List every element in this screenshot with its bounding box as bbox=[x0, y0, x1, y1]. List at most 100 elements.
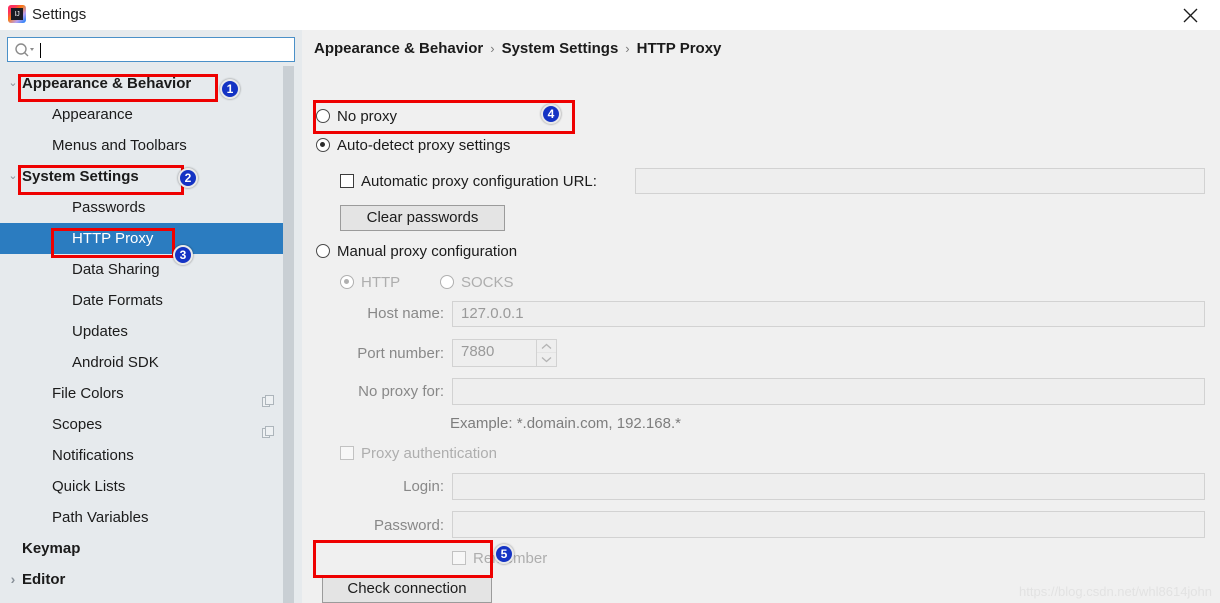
sidebar-item-label: System Settings bbox=[22, 168, 139, 185]
sidebar-item-appearance[interactable]: Appearance bbox=[0, 99, 288, 130]
auto-detect-label: Auto-detect proxy settings bbox=[337, 137, 511, 154]
title-bar: IJ Settings bbox=[0, 0, 1220, 30]
step-badge-5: 5 bbox=[494, 544, 514, 564]
proxy-auth-checkbox[interactable] bbox=[340, 446, 354, 460]
sidebar-item-android-sdk[interactable]: Android SDK bbox=[0, 347, 288, 378]
auto-detect-radio[interactable] bbox=[316, 138, 330, 152]
intellij-idea-icon: IJ bbox=[8, 5, 26, 23]
no-proxy-for-label: No proxy for: bbox=[358, 383, 444, 400]
search-caret bbox=[40, 43, 41, 58]
chevron-down-icon[interactable]: ⌄ bbox=[6, 68, 20, 99]
sidebar-item-label: Passwords bbox=[72, 199, 146, 216]
http-radio-row[interactable]: HTTP bbox=[340, 274, 400, 291]
socks-radio[interactable] bbox=[440, 275, 454, 289]
http-label: HTTP bbox=[361, 274, 401, 291]
sidebar-item-label: Data Sharing bbox=[72, 261, 160, 278]
sidebar-item-keymap[interactable]: Keymap bbox=[0, 533, 288, 564]
sidebar-item-label: File Colors bbox=[52, 385, 124, 402]
sidebar-item-label: HTTP Proxy bbox=[72, 230, 154, 247]
no-proxy-label: No proxy bbox=[337, 108, 398, 125]
example-hint: Example: *.domain.com, 192.168.* bbox=[450, 415, 681, 432]
no-proxy-radio[interactable] bbox=[316, 109, 330, 123]
search-icon bbox=[14, 42, 36, 58]
password-input[interactable] bbox=[452, 511, 1205, 538]
manual-proxy-radio[interactable] bbox=[316, 244, 330, 258]
sidebar-item-scopes[interactable]: Scopes bbox=[0, 409, 288, 440]
http-proxy-panel: Appearance & Behavior › System Settings › HT… bbox=[302, 30, 1220, 603]
sidebar-item-label: Quick Lists bbox=[52, 478, 126, 495]
sidebar-item-path-variables[interactable]: Path Variables bbox=[0, 502, 288, 533]
auto-config-url-label: Automatic proxy configuration URL: bbox=[361, 173, 597, 190]
step-badge-4: 4 bbox=[541, 104, 561, 124]
host-name-input[interactable]: 127.0.0.1 bbox=[452, 301, 1205, 327]
auto-config-url-checkbox-row[interactable]: Automatic proxy configuration URL: bbox=[340, 173, 597, 190]
socks-label: SOCKS bbox=[461, 274, 514, 291]
socks-radio-row[interactable]: SOCKS bbox=[440, 274, 514, 291]
sidebar-item-http-proxy[interactable]: HTTP Proxy bbox=[0, 223, 288, 254]
remember-checkbox[interactable] bbox=[452, 551, 466, 565]
sidebar-item-data-sharing[interactable]: Data Sharing bbox=[0, 254, 288, 285]
login-input[interactable] bbox=[452, 473, 1205, 500]
chevron-down-icon[interactable]: ⌄ bbox=[6, 161, 20, 192]
sidebar-item-label: Editor bbox=[22, 571, 66, 588]
sidebar-item-label: Appearance & Behavior bbox=[22, 75, 192, 92]
sidebar-item-notifications[interactable]: Notifications bbox=[0, 440, 288, 471]
check-connection-button[interactable]: Check connection bbox=[322, 575, 492, 603]
auto-detect-radio-row[interactable]: Auto-detect proxy settings bbox=[316, 137, 510, 154]
no-proxy-for-input[interactable] bbox=[452, 378, 1205, 405]
sidebar-item-label: Appearance bbox=[52, 106, 133, 123]
sidebar-item-label: Date Formats bbox=[72, 292, 163, 309]
breadcrumb-part-1: Appearance & Behavior bbox=[314, 40, 484, 57]
host-name-label: Host name: bbox=[367, 305, 444, 322]
sidebar-item-updates[interactable]: Updates bbox=[0, 316, 288, 347]
breadcrumb-separator-2: › bbox=[625, 41, 630, 56]
step-badge-1: 1 bbox=[220, 79, 240, 99]
sidebar-item-passwords[interactable]: Passwords bbox=[0, 192, 288, 223]
sidebar-item-label: Menus and Toolbars bbox=[52, 137, 187, 154]
port-number-input[interactable]: 7880 bbox=[452, 339, 557, 367]
sidebar-item-system-settings[interactable]: ⌄ System Settings bbox=[0, 161, 288, 192]
sidebar-item-appearance-behavior[interactable]: ⌄ Appearance & Behavior bbox=[0, 68, 288, 99]
sidebar-item-editor[interactable]: › Editor bbox=[0, 564, 288, 595]
sidebar-item-date-formats[interactable]: Date Formats bbox=[0, 285, 288, 316]
sidebar-item-label: Android SDK bbox=[72, 354, 159, 371]
settings-sidebar: ⌄ Appearance & Behavior Appearance Menus an… bbox=[0, 30, 302, 603]
sidebar-item-label: Updates bbox=[72, 323, 128, 340]
settings-tree: ⌄ Appearance & Behavior Appearance Menus an… bbox=[0, 68, 288, 595]
manual-proxy-label: Manual proxy configuration bbox=[337, 243, 518, 260]
port-number-value: 7880 bbox=[461, 343, 495, 360]
breadcrumb: Appearance & Behavior › System Settings › HT… bbox=[314, 40, 721, 57]
search-box[interactable] bbox=[7, 37, 295, 62]
port-number-stepper[interactable] bbox=[536, 340, 556, 366]
sidebar-scrollbar-thumb[interactable] bbox=[283, 66, 294, 603]
manual-proxy-radio-row[interactable]: Manual proxy configuration bbox=[316, 243, 517, 260]
proxy-auth-label: Proxy authentication bbox=[361, 445, 497, 462]
chevron-right-icon[interactable]: › bbox=[6, 564, 20, 595]
auto-config-url-checkbox[interactable] bbox=[340, 174, 354, 188]
proxy-auth-checkbox-row[interactable]: Proxy authentication bbox=[340, 445, 497, 462]
sidebar-item-file-colors[interactable]: File Colors bbox=[0, 378, 288, 409]
search-input[interactable] bbox=[44, 40, 290, 59]
copy-icon[interactable] bbox=[262, 387, 274, 407]
login-label: Login: bbox=[403, 478, 444, 495]
sidebar-item-label: Keymap bbox=[22, 540, 81, 557]
step-badge-3: 3 bbox=[173, 245, 193, 265]
no-proxy-radio-row[interactable]: No proxy bbox=[316, 108, 397, 125]
clear-passwords-button[interactable]: Clear passwords bbox=[340, 205, 505, 231]
stepper-down-icon[interactable] bbox=[537, 352, 556, 366]
http-radio[interactable] bbox=[340, 275, 354, 289]
sidebar-item-quick-lists[interactable]: Quick Lists bbox=[0, 471, 288, 502]
breadcrumb-part-2: System Settings bbox=[501, 40, 619, 57]
port-number-label: Port number: bbox=[357, 345, 444, 362]
sidebar-item-label: Notifications bbox=[52, 447, 134, 464]
window-title: Settings bbox=[32, 6, 87, 23]
password-label: Password: bbox=[373, 517, 444, 534]
step-badge-2: 2 bbox=[178, 168, 198, 188]
sidebar-item-label: Path Variables bbox=[52, 509, 149, 526]
settings-dialog: IJ Settings ⌄ Appearance & Behavior Appe… bbox=[0, 0, 1220, 603]
auto-config-url-input[interactable] bbox=[635, 168, 1205, 194]
close-icon[interactable] bbox=[1168, 0, 1212, 30]
sidebar-item-menus-and-toolbars[interactable]: Menus and Toolbars bbox=[0, 130, 288, 161]
app-icon-text: IJ bbox=[11, 8, 23, 20]
copy-icon[interactable] bbox=[262, 418, 274, 438]
